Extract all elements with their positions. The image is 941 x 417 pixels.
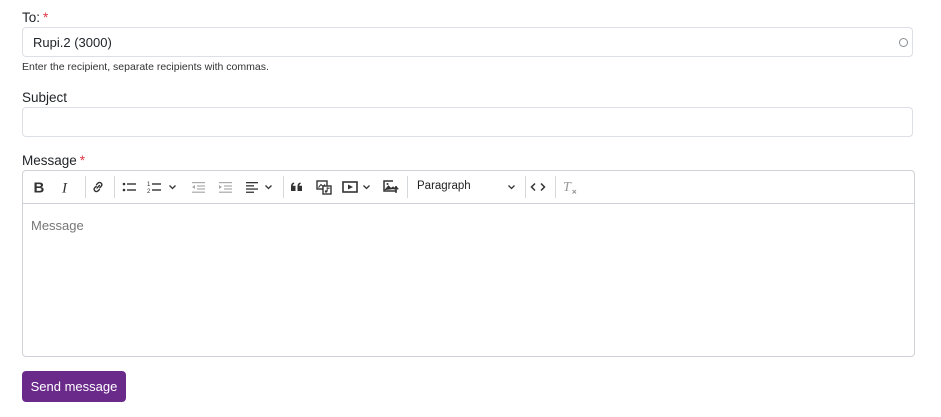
message-label-text: Message xyxy=(22,153,77,168)
svg-text:T: T xyxy=(563,180,572,195)
toolbar-separator xyxy=(525,176,526,198)
block-format-value: Paragraph xyxy=(417,180,471,192)
bold-icon: B xyxy=(34,180,45,194)
to-input-value: Rupi.2 (3000) xyxy=(33,35,112,50)
italic-icon: I xyxy=(61,181,68,195)
bulleted-list-icon xyxy=(122,182,136,192)
bulleted-list-button[interactable] xyxy=(119,177,139,197)
required-asterisk: * xyxy=(43,10,49,25)
toolbar-separator xyxy=(407,176,408,198)
source-code-icon xyxy=(530,182,546,192)
chevron-down-icon xyxy=(169,185,176,190)
toolbar-separator xyxy=(555,176,556,198)
link-button[interactable] xyxy=(88,177,108,197)
outdent-button[interactable] xyxy=(188,177,208,197)
chevron-down-icon xyxy=(265,185,272,190)
insert-video-button[interactable] xyxy=(342,177,376,197)
source-code-button[interactable] xyxy=(528,177,548,197)
image-upload-icon xyxy=(382,180,399,193)
toolbar-separator xyxy=(283,176,284,198)
subject-input[interactable] xyxy=(22,107,913,137)
message-editor: B I 1 2 Paragraph T Message xyxy=(22,170,915,357)
numbered-list-button[interactable]: 1 2 xyxy=(147,177,183,197)
to-label: To: * xyxy=(22,10,48,25)
svg-text:I: I xyxy=(61,181,68,195)
message-body[interactable]: Message xyxy=(31,218,84,233)
blockquote-button[interactable] xyxy=(287,177,307,197)
toolbar-separator xyxy=(85,176,86,198)
insert-image-button[interactable] xyxy=(380,177,402,197)
indent-button[interactable] xyxy=(215,177,235,197)
numbered-list-icon: 1 2 xyxy=(147,182,161,194)
align-icon xyxy=(246,182,258,193)
required-asterisk: * xyxy=(79,153,86,168)
clear-formatting-button[interactable]: T xyxy=(560,177,580,197)
message-label: Message * xyxy=(22,153,85,168)
video-icon xyxy=(342,181,358,193)
bold-button[interactable]: B xyxy=(29,177,49,197)
svg-text:B: B xyxy=(34,180,45,194)
send-message-button[interactable]: Send message xyxy=(22,371,126,402)
text-align-button[interactable] xyxy=(245,177,277,197)
loading-indicator-icon xyxy=(899,38,908,47)
toolbar-separator xyxy=(114,176,115,198)
to-help-text: Enter the recipient, separate recipients… xyxy=(22,61,269,73)
insert-media-button[interactable] xyxy=(314,177,334,197)
subject-label: Subject xyxy=(22,90,68,105)
chevron-down-icon xyxy=(363,185,370,190)
blockquote-icon xyxy=(291,182,302,191)
clear-formatting-icon: T xyxy=(563,180,577,195)
message-placeholder: Message xyxy=(31,218,84,233)
indent-icon xyxy=(218,182,232,193)
compose-message-form: To: * Rupi.2 (3000) Enter the recipient, … xyxy=(0,0,941,417)
svg-text:1: 1 xyxy=(147,182,151,188)
svg-text:2: 2 xyxy=(147,189,151,194)
editor-toolbar: B I 1 2 Paragraph T xyxy=(23,171,914,204)
outdent-icon xyxy=(191,182,205,193)
link-icon xyxy=(93,181,103,193)
chevron-down-icon xyxy=(508,185,515,190)
italic-button[interactable]: I xyxy=(56,177,76,197)
to-label-text: To: xyxy=(22,10,41,25)
to-input[interactable]: Rupi.2 (3000) xyxy=(22,27,913,57)
media-icon xyxy=(316,180,332,195)
